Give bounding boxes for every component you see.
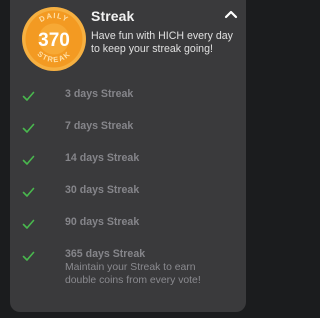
streak-card: DAILY STREAK 370 Streak Have fun with HI…	[10, 0, 246, 312]
check-icon	[22, 249, 35, 261]
check-icon	[22, 185, 35, 197]
daily-streak-badge: DAILY STREAK 370	[21, 6, 87, 72]
milestone-label: 90 days Streak	[65, 216, 140, 228]
milestone-label: 365 days Streak	[65, 248, 146, 260]
milestone-description: Maintain your Streak to earn double coin…	[65, 262, 201, 286]
milestone-label: 7 days Streak	[65, 120, 134, 132]
streak-title: Streak	[91, 8, 135, 24]
chevron-up-icon[interactable]	[223, 7, 239, 19]
milestone-label: 14 days Streak	[65, 152, 140, 164]
milestone-label: 3 days Streak	[65, 88, 134, 100]
streak-subtitle: Have fun with HICH every day to keep you…	[91, 30, 233, 55]
check-icon	[22, 121, 35, 133]
milestone-label: 30 days Streak	[65, 184, 140, 196]
check-icon	[22, 89, 35, 101]
check-icon	[22, 153, 35, 165]
check-icon	[22, 217, 35, 229]
badge-number: 370	[38, 30, 70, 51]
